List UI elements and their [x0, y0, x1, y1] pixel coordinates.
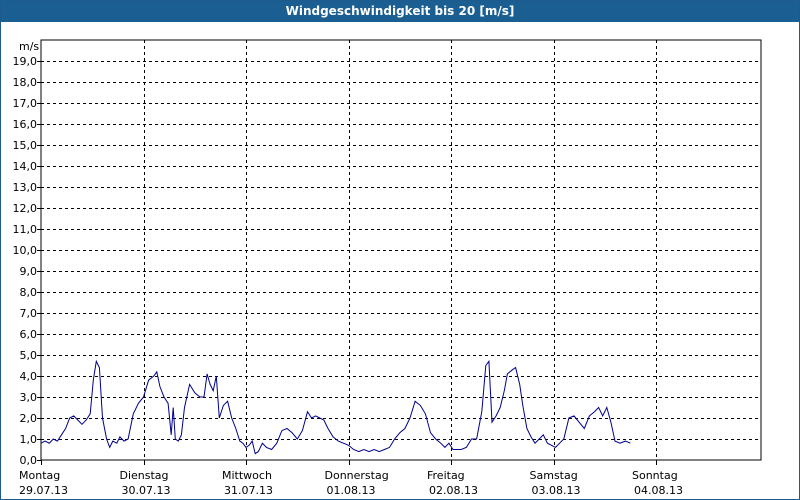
y-tick-label: 4,0 [20, 370, 38, 383]
y-tick-label: 6,0 [20, 328, 38, 341]
x-tick-day-label: Donnerstag [325, 469, 389, 482]
y-tick-label: 17,0 [13, 97, 38, 110]
wind-speed-chart: 0,0 1,0 2,0 3,0 4,0 5,0 6,0 7,0 8,0 9,0 10,0 11,0 12… [13, 39, 762, 497]
y-tick-label: 7,0 [20, 307, 38, 320]
y-tick-label: 1,0 [20, 433, 38, 446]
y-tick-label: 14,0 [13, 160, 38, 173]
x-tick-date-label: 01.08.13 [327, 484, 376, 497]
y-tick-label: 5,0 [20, 349, 38, 362]
x-tick-day-label: Freitag [427, 469, 465, 482]
y-tick-label: 11,0 [13, 223, 38, 236]
x-tick-date-label: 04.08.13 [634, 484, 683, 497]
x-tick-date-label: 30.07.13 [122, 484, 171, 497]
y-tick-label: 15,0 [13, 139, 38, 152]
x-tick-day-label: Mittwoch [222, 469, 272, 482]
y-axis-unit-label: m/s [19, 40, 39, 53]
grid-lines [41, 40, 761, 460]
x-tick-date-label: 31.07.13 [224, 484, 273, 497]
y-tick-label: 16,0 [13, 118, 38, 131]
y-tick-label: 8,0 [20, 286, 38, 299]
x-axis-ticks: Montag 29.07.13 Dienstag 30.07.13 Mittwoch 31… [19, 460, 683, 497]
x-tick-day-label: Dienstag [120, 469, 169, 482]
x-tick-date-label: 29.07.13 [19, 484, 68, 497]
y-tick-label: 2,0 [20, 412, 38, 425]
y-tick-label: 19,0 [13, 55, 38, 68]
y-tick-label: 3,0 [20, 391, 38, 404]
x-tick-day-label: Samstag [530, 469, 578, 482]
y-tick-label: 12,0 [13, 202, 38, 215]
y-tick-label: 9,0 [20, 265, 38, 278]
y-tick-label: 13,0 [13, 181, 38, 194]
y-tick-label: 10,0 [13, 244, 38, 257]
x-tick-day-label: Montag [19, 469, 60, 482]
y-tick-label: 18,0 [13, 76, 38, 89]
y-axis-ticks: 0,0 1,0 2,0 3,0 4,0 5,0 6,0 7,0 8,0 9,0 10,0 11,0 12… [13, 55, 41, 467]
x-tick-date-label: 03.08.13 [532, 484, 581, 497]
x-tick-day-label: Sonntag [632, 469, 678, 482]
x-tick-date-label: 02.08.13 [429, 484, 478, 497]
y-tick-label: 0,0 [20, 454, 38, 467]
